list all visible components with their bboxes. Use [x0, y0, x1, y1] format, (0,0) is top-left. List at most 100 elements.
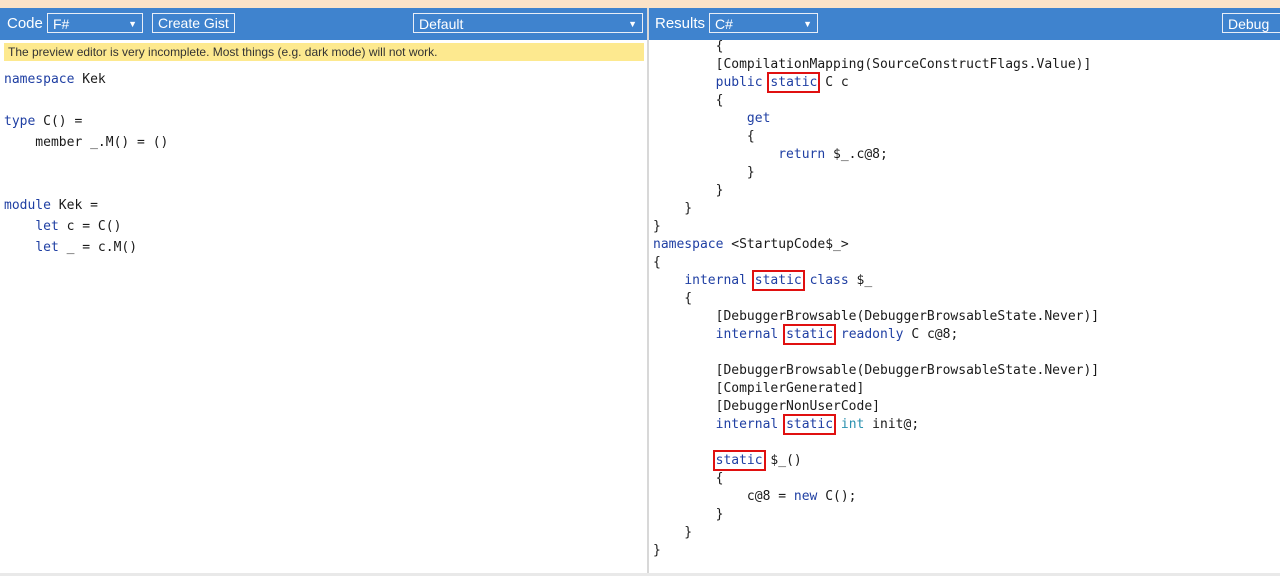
code-token: C c@8;	[903, 327, 959, 342]
code-label: Code	[7, 15, 43, 32]
code-line: public static C c	[653, 72, 1099, 93]
dropdown-arrow-icon: ▼	[803, 19, 812, 29]
keyword-token: let	[35, 219, 59, 234]
code-line: {	[653, 38, 1099, 56]
language-select-value: F#	[53, 16, 70, 32]
target-language-select[interactable]: C# ▼	[709, 13, 818, 33]
code-token: {	[653, 255, 661, 270]
code-line: }	[653, 182, 1099, 200]
code-line: {	[653, 290, 1099, 308]
keyword-token: public	[715, 75, 763, 90]
code-line: module Kek =	[4, 195, 168, 216]
code-line: [CompilationMapping(SourceConstructFlags…	[653, 56, 1099, 74]
code-line: {	[653, 470, 1099, 488]
dropdown-arrow-icon: ▼	[128, 19, 137, 29]
keyword-token: internal	[715, 327, 779, 342]
keyword-token: module	[4, 198, 51, 213]
code-line: {	[653, 254, 1099, 272]
target-select-value: C#	[715, 16, 733, 32]
code-token: C() =	[35, 114, 83, 129]
code-line: namespace <StartupCode$_>	[653, 236, 1099, 254]
code-line: }	[653, 524, 1099, 542]
code-token: $_.c@8;	[825, 147, 888, 162]
code-token: {	[653, 471, 724, 486]
code-token: {	[653, 291, 693, 306]
code-token: c@8 =	[653, 489, 794, 504]
code-token: init@;	[864, 417, 920, 432]
code-token: {	[653, 129, 755, 144]
code-line: let c = C()	[4, 216, 168, 237]
branch-select[interactable]: Default ▼	[413, 13, 643, 33]
code-token: [CompilerGenerated]	[653, 381, 865, 396]
code-token: member _.M() = ()	[4, 135, 169, 150]
code-token: }	[653, 525, 693, 540]
highlighted-static-keyword: static	[712, 450, 766, 471]
mode-select-value: Debug	[1228, 16, 1270, 32]
build-mode-select[interactable]: Debug	[1222, 13, 1280, 33]
code-line: }	[653, 200, 1099, 218]
highlighted-static-keyword: static	[783, 414, 837, 435]
code-token: }	[653, 183, 724, 198]
code-token: $_()	[762, 453, 802, 468]
language-select[interactable]: F# ▼	[47, 13, 143, 33]
branch-select-value: Default	[419, 16, 464, 32]
code-line: namespace Kek	[4, 69, 168, 90]
keyword-token: type	[4, 114, 36, 129]
csharp-results-view: { [CompilationMapping(SourceConstructFla…	[653, 38, 1099, 560]
code-token: {	[653, 93, 724, 108]
preview-notice: The preview editor is very incomplete. M…	[4, 43, 644, 61]
code-line: [DebuggerBrowsable(DebuggerBrowsableStat…	[653, 308, 1100, 326]
fsharp-code-editor[interactable]: namespace Kek type C() = member _.M() = …	[4, 69, 168, 258]
code-line: internal static int init@;	[653, 414, 1099, 435]
code-line: internal static readonly C c@8;	[653, 324, 1099, 345]
code-line: }	[653, 542, 1099, 560]
code-token: C c	[817, 75, 849, 90]
keyword-token: internal	[715, 417, 779, 432]
results-label: Results	[655, 15, 706, 32]
code-token: }	[653, 201, 693, 216]
code-token: <StartupCode$_>	[723, 237, 849, 252]
keyword-token: let	[35, 240, 59, 255]
code-line: c@8 = new C();	[653, 488, 1099, 506]
highlighted-static-keyword: static	[767, 72, 821, 93]
top-strip	[0, 0, 1280, 8]
code-line: get	[653, 110, 1099, 128]
code-token: }	[653, 507, 724, 522]
create-gist-button[interactable]: Create Gist	[152, 13, 235, 33]
code-token: [DebuggerBrowsable(DebuggerBrowsableStat…	[653, 363, 1100, 378]
code-line: [DebuggerNonUserCode]	[653, 398, 1099, 416]
code-token: Kek =	[50, 198, 98, 213]
keyword-token: namespace	[653, 237, 724, 252]
code-line: }	[653, 164, 1099, 182]
keyword-token: get	[746, 111, 771, 126]
code-token: [DebuggerNonUserCode]	[653, 399, 880, 414]
highlighted-static-keyword: static	[783, 324, 837, 345]
results-toolbar: Results C# ▼ Debug	[649, 8, 1280, 40]
code-line: {	[653, 128, 1099, 146]
code-line: [DebuggerBrowsable(DebuggerBrowsableStat…	[653, 362, 1100, 380]
code-token: [CompilationMapping(SourceConstructFlags…	[653, 57, 1092, 72]
keyword-token: new	[793, 489, 818, 504]
results-pane: { [CompilationMapping(SourceConstructFla…	[649, 8, 1280, 573]
keyword-token: namespace	[4, 72, 75, 87]
code-line: let _ = c.M()	[4, 237, 168, 258]
code-token: [DebuggerBrowsable(DebuggerBrowsableStat…	[653, 309, 1100, 324]
code-line: member _.M() = ()	[4, 132, 168, 153]
code-line: }	[653, 506, 1099, 524]
